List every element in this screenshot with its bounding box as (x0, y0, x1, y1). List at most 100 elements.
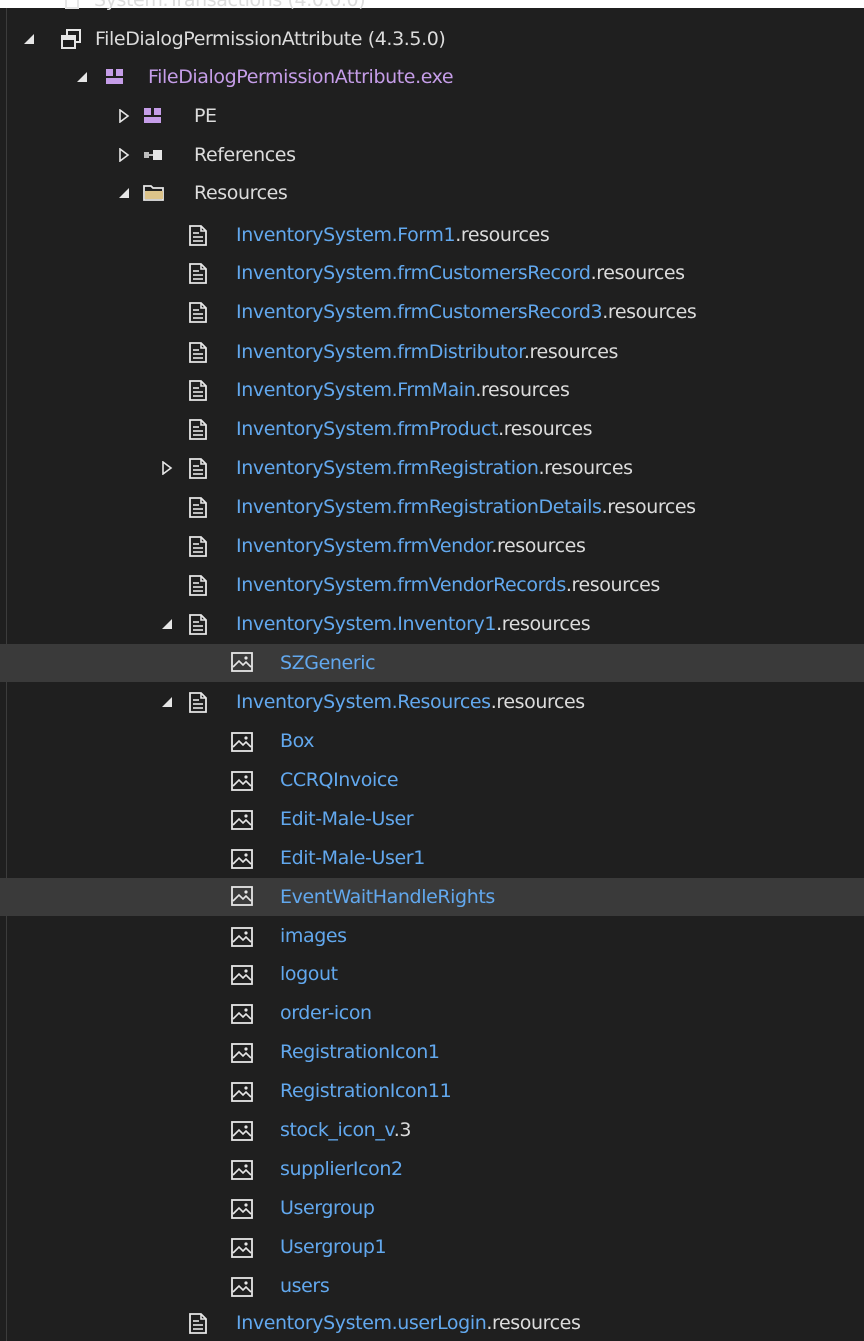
assembly-label: FileDialogPermissionAttribute (4.3.5.0) (95, 27, 446, 51)
resource-label: InventorySystem.frmCustomersRecord3.reso… (236, 300, 697, 324)
image-resource-icon (230, 925, 253, 947)
resource-item[interactable]: InventorySystem.frmRegistrationDetails.r… (0, 488, 864, 525)
resource-label: InventorySystem.FrmMain.resources (236, 378, 570, 402)
image-resource-label: images (280, 925, 347, 947)
resource-item-userlogin[interactable]: InventorySystem.userLogin.resources (0, 1304, 864, 1341)
collapsed-arrow-icon[interactable] (117, 147, 131, 163)
resource-extension: .resources (455, 224, 550, 246)
resource-extension: .resources (590, 262, 686, 284)
resource-extension: .resources (565, 574, 661, 596)
resource-file-icon (186, 496, 208, 518)
assembly-version: (4.3.5.0) (367, 28, 446, 50)
module-icon (104, 66, 126, 88)
resource-item[interactable]: InventorySystem.frmRegistration.resource… (0, 449, 864, 486)
resource-extension: .resources (496, 613, 591, 635)
resource-name: InventorySystem.frmVendorRecords (236, 574, 566, 596)
resource-label: InventorySystem.frmRegistration.resource… (236, 456, 633, 480)
resource-item[interactable]: InventorySystem.Form1.resources (0, 216, 864, 253)
image-resource-item[interactable]: Box (0, 722, 864, 759)
image-resource-label: Usergroup (280, 1197, 375, 1219)
image-resource-item-highlighted[interactable]: EventWaitHandleRights (0, 878, 864, 916)
resource-name: InventorySystem.frmRegistration (236, 457, 539, 479)
references-label: References (194, 144, 296, 166)
resource-item[interactable]: InventorySystem.frmVendorRecords.resourc… (0, 566, 864, 603)
resource-file-icon (186, 613, 208, 635)
tree-node-resources-folder[interactable]: Resources (0, 174, 864, 211)
tree-node-module[interactable]: FileDialogPermissionAttribute.exe (0, 58, 864, 95)
resource-extension: .resources (491, 535, 586, 557)
image-resource-item-selected[interactable]: SZGeneric (0, 644, 864, 682)
image-resource-item[interactable]: images (0, 917, 864, 954)
image-resource-item[interactable]: supplierIcon2 (0, 1150, 864, 1187)
image-resource-label: Edit-Male-User (280, 808, 414, 830)
assembly-icon (60, 28, 82, 50)
tree-node-pe[interactable]: PE (0, 97, 864, 134)
tree-node-references[interactable]: References (0, 136, 864, 173)
resource-file-icon (186, 301, 208, 323)
image-resource-label: SZGeneric (280, 652, 376, 674)
image-resource-label: users (280, 1275, 330, 1297)
image-resource-item[interactable]: RegistrationIcon1 (0, 1033, 864, 1070)
image-resource-label: RegistrationIcon11 (280, 1080, 452, 1102)
resource-extension: .resources (490, 691, 586, 713)
resource-label: InventorySystem.Resources.resources (236, 690, 585, 714)
resource-extension: .resources (475, 379, 570, 401)
image-resource-item[interactable]: CCRQInvoice (0, 761, 864, 798)
image-resource-item[interactable]: order-icon (0, 994, 864, 1031)
resource-item[interactable]: InventorySystem.frmCustomersRecord.resou… (0, 254, 864, 291)
assembly-name: FileDialogPermissionAttribute (95, 28, 363, 50)
image-resource-item[interactable]: stock_icon_v.3 (0, 1111, 864, 1148)
pe-icon (142, 105, 164, 127)
collapsed-arrow-icon[interactable] (160, 460, 174, 476)
tree-node-system-transactions[interactable]: System.Transactions (4.0.0.0) (0, 0, 864, 18)
resource-extension: .resources (486, 1312, 581, 1334)
image-resource-item[interactable]: logout (0, 955, 864, 992)
resource-name: InventorySystem.frmCustomersRecord3 (236, 301, 603, 323)
image-resource-item[interactable]: Usergroup1 (0, 1228, 864, 1265)
resource-item[interactable]: InventorySystem.frmVendor.resources (0, 527, 864, 564)
image-resource-icon (230, 884, 253, 906)
resource-label: InventorySystem.frmVendorRecords.resourc… (236, 573, 660, 597)
resource-label: InventorySystem.frmProduct.resources (236, 417, 593, 441)
resource-item[interactable]: InventorySystem.frmProduct.resources (0, 410, 864, 447)
resource-file-icon (186, 691, 208, 713)
image-resource-icon (230, 1002, 253, 1024)
image-resource-item[interactable]: Edit-Male-User (0, 800, 864, 837)
resource-name: InventorySystem.frmVendor (236, 535, 492, 557)
tree-node-assembly[interactable]: FileDialogPermissionAttribute (4.3.5.0) (0, 20, 864, 57)
resource-item-resources[interactable]: InventorySystem.Resources.resources (0, 683, 864, 720)
expanded-arrow-icon[interactable] (160, 617, 174, 631)
collapsed-arrow-icon[interactable] (117, 108, 131, 124)
expanded-arrow-icon[interactable] (160, 695, 174, 709)
resources-folder-label: Resources (194, 182, 288, 204)
expanded-arrow-icon[interactable] (22, 32, 36, 46)
resource-file-icon (186, 224, 208, 246)
image-resource-item[interactable]: Usergroup (0, 1189, 864, 1226)
resource-item[interactable]: InventorySystem.FrmMain.resources (0, 371, 864, 408)
resource-file-icon (186, 341, 208, 363)
resource-name: InventorySystem.frmDistributor (236, 341, 524, 363)
resource-extension: .resources (523, 341, 619, 363)
resource-item[interactable]: InventorySystem.frmDistributor.resources (0, 333, 864, 370)
resource-item[interactable]: InventorySystem.frmCustomersRecord3.reso… (0, 293, 864, 330)
folder-icon (142, 182, 164, 204)
image-resource-icon (230, 1041, 253, 1063)
resource-item-inventory1[interactable]: InventorySystem.Inventory1.resources (0, 605, 864, 642)
expanded-arrow-icon[interactable] (75, 70, 89, 84)
image-resource-item[interactable]: RegistrationIcon11 (0, 1072, 864, 1109)
tree-node-label: System.Transactions (4.0.0.0) (94, 0, 366, 11)
image-resource-item[interactable]: Edit-Male-User1 (0, 839, 864, 876)
image-resource-label: RegistrationIcon1 (280, 1041, 440, 1063)
image-resource-label: order-icon (280, 1002, 372, 1024)
resource-name: InventorySystem.Form1 (236, 224, 456, 246)
resource-extension: .resources (538, 457, 634, 479)
image-resource-icon (230, 1119, 253, 1141)
image-resource-icon (230, 1275, 253, 1297)
pe-label: PE (194, 105, 217, 127)
resource-file-icon (186, 379, 208, 401)
resource-extension: .resources (602, 301, 697, 323)
image-resource-item[interactable]: users (0, 1267, 864, 1304)
expanded-arrow-icon[interactable] (117, 186, 131, 200)
image-resource-icon (230, 847, 253, 869)
resource-file-icon (186, 574, 208, 596)
